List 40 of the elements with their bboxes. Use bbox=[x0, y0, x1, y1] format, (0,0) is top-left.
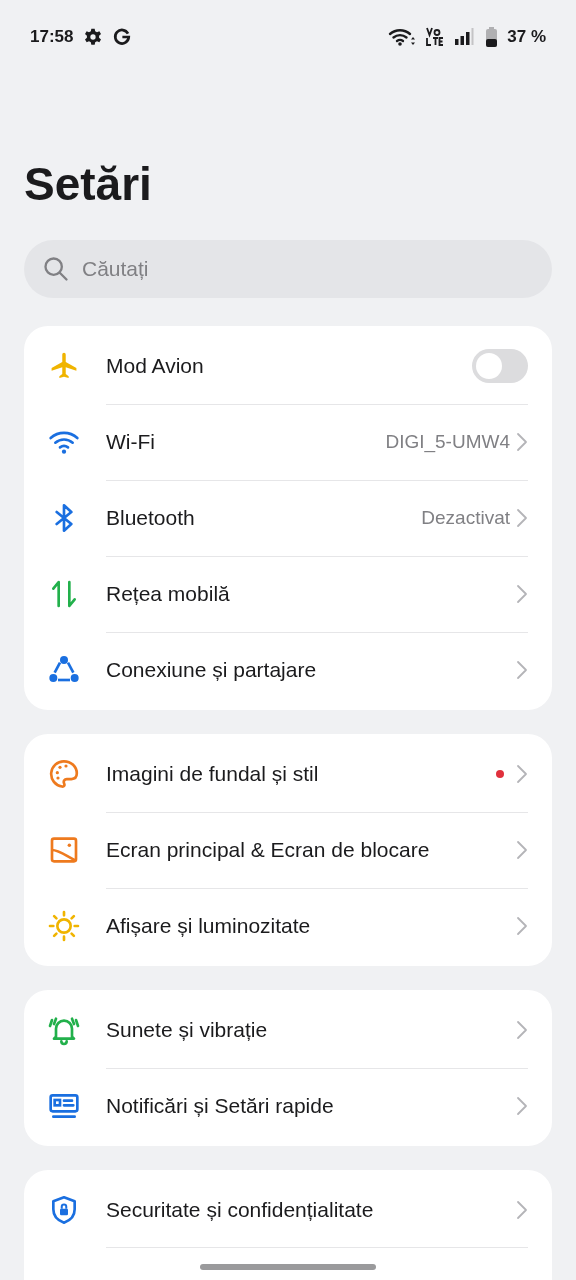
setting-label[interactable]: Conexiune și partajare bbox=[106, 658, 516, 682]
status-time: 17:58 bbox=[30, 27, 74, 47]
toggle-switch[interactable] bbox=[472, 349, 528, 383]
setting-label[interactable]: Securitate și confidențialitate bbox=[106, 1198, 516, 1222]
chevron-icon bbox=[516, 583, 528, 605]
sun-icon bbox=[48, 910, 80, 942]
setting-label[interactable]: Wi-Fi bbox=[106, 430, 386, 454]
chevron-icon bbox=[516, 1019, 528, 1041]
chevron-icon bbox=[516, 763, 528, 785]
gear-icon bbox=[83, 27, 104, 47]
signal-icon bbox=[454, 27, 477, 47]
wifi-icon bbox=[388, 27, 417, 47]
setting-label[interactable]: Sunete și vibrație bbox=[106, 1018, 516, 1042]
setting-label[interactable]: Mod Avion bbox=[106, 354, 472, 378]
setting-label[interactable]: Notificări și Setări rapide bbox=[106, 1094, 516, 1118]
chevron-icon bbox=[516, 1095, 528, 1117]
search-icon bbox=[42, 255, 70, 283]
setting-value: Dezactivat bbox=[421, 507, 510, 529]
setting-value: DIGI_5-UMW4 bbox=[385, 431, 510, 453]
search-field[interactable]: Căutați bbox=[24, 240, 552, 298]
chevron-icon bbox=[516, 659, 528, 681]
battery-percentage: 37 % bbox=[507, 27, 546, 47]
page-title: Setări bbox=[24, 158, 153, 210]
bell-icon bbox=[48, 1014, 80, 1046]
home-indicator[interactable] bbox=[200, 1264, 376, 1270]
palette-icon bbox=[48, 758, 80, 790]
chevron-icon bbox=[516, 1199, 528, 1221]
chevron-icon bbox=[516, 431, 528, 453]
g-logo-icon bbox=[113, 28, 132, 46]
chevron-icon bbox=[516, 839, 528, 861]
chevron-icon bbox=[516, 915, 528, 937]
setting-label[interactable]: Imagini de fundal și stil bbox=[106, 762, 496, 786]
picture-frame-icon bbox=[48, 834, 80, 866]
volte-icon bbox=[426, 27, 445, 47]
setting-label[interactable]: Bluetooth bbox=[106, 506, 422, 530]
setting-label[interactable]: Rețea mobilă bbox=[106, 582, 516, 606]
chevron-icon bbox=[516, 507, 528, 529]
setting-label[interactable]: Afișare și luminozitate bbox=[106, 914, 516, 938]
battery-icon bbox=[486, 27, 498, 47]
setting-label[interactable]: Ecran principal & Ecran de blocare bbox=[106, 838, 516, 862]
